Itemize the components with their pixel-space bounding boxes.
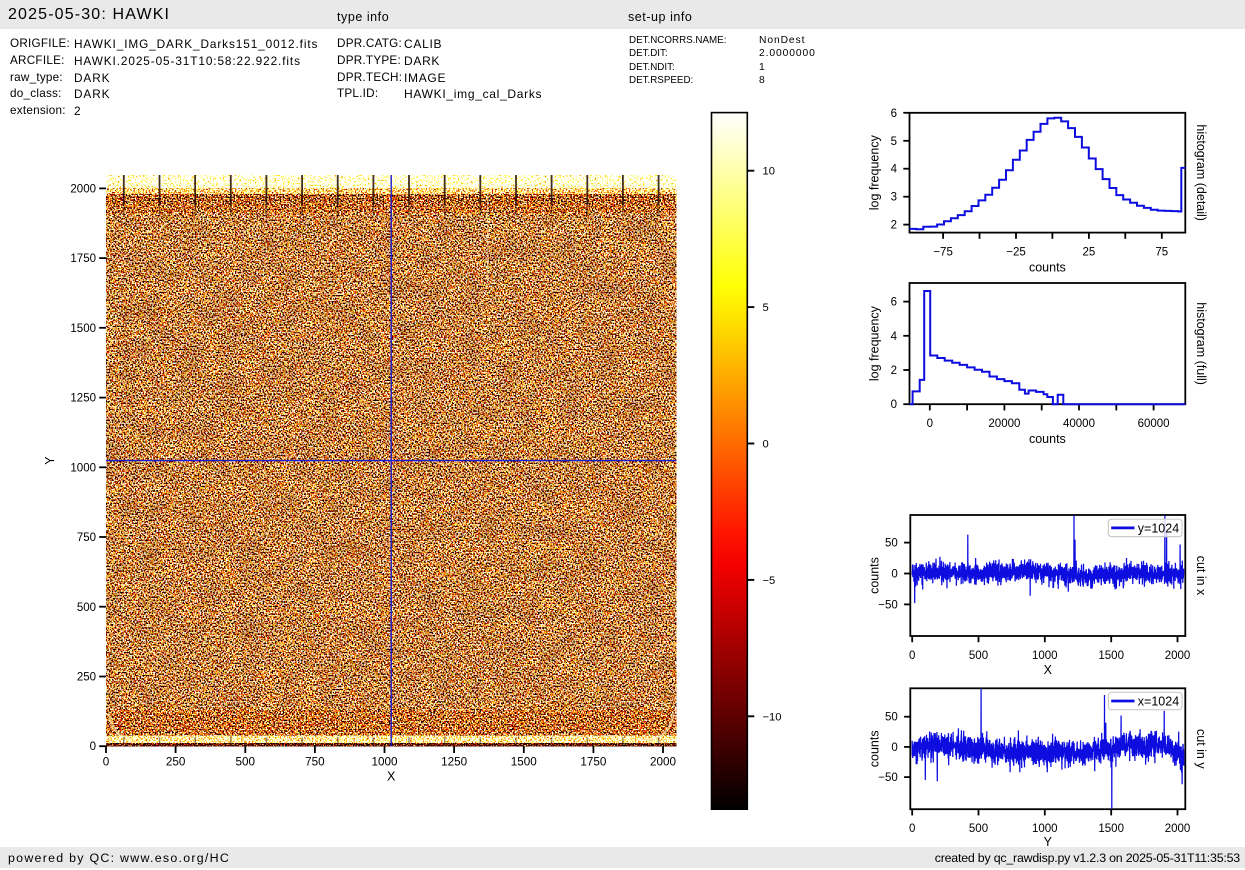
svg-text:1250: 1250	[441, 756, 468, 769]
svg-text:1000: 1000	[1032, 650, 1058, 662]
svg-text:−10: −10	[763, 711, 782, 723]
svg-text:50: 50	[885, 538, 898, 550]
svg-text:0: 0	[891, 742, 897, 754]
svg-text:counts: counts	[868, 730, 882, 767]
svg-text:−25: −25	[1006, 247, 1026, 259]
svg-text:50: 50	[885, 712, 898, 724]
svg-text:0: 0	[891, 569, 897, 581]
svg-text:0: 0	[927, 418, 933, 430]
svg-text:counts: counts	[1029, 261, 1066, 275]
svg-text:10: 10	[763, 166, 775, 178]
svg-text:cut in x: cut in x	[1194, 556, 1208, 596]
svg-text:5: 5	[763, 302, 769, 314]
svg-text:1750: 1750	[70, 253, 96, 265]
svg-text:250: 250	[166, 756, 186, 769]
svg-text:cut in y: cut in y	[1194, 729, 1208, 769]
svg-text:2000: 2000	[650, 756, 677, 769]
svg-text:2: 2	[891, 365, 897, 377]
svg-text:500: 500	[969, 823, 988, 835]
svg-text:log frequency: log frequency	[868, 305, 882, 381]
svg-text:4: 4	[891, 164, 898, 176]
svg-text:4: 4	[891, 331, 898, 343]
svg-text:2: 2	[891, 220, 897, 232]
svg-text:75: 75	[1155, 247, 1168, 259]
svg-text:6: 6	[891, 297, 897, 309]
svg-text:X: X	[387, 770, 396, 784]
svg-text:1250: 1250	[70, 393, 96, 405]
svg-text:2000: 2000	[1165, 823, 1191, 835]
svg-text:500: 500	[236, 756, 256, 769]
svg-text:histogram (full): histogram (full)	[1194, 302, 1208, 385]
svg-text:−50: −50	[878, 599, 898, 611]
svg-text:6: 6	[891, 108, 897, 120]
svg-text:X: X	[1044, 663, 1053, 677]
svg-text:−75: −75	[933, 247, 953, 259]
svg-text:5: 5	[891, 136, 897, 148]
svg-text:1000: 1000	[70, 462, 96, 474]
svg-text:20000: 20000	[988, 418, 1020, 430]
svg-text:0: 0	[103, 756, 110, 769]
svg-text:0: 0	[891, 399, 897, 411]
svg-text:40000: 40000	[1063, 418, 1095, 430]
svg-text:1500: 1500	[511, 756, 538, 769]
svg-text:0: 0	[909, 823, 915, 835]
svg-text:1500: 1500	[70, 323, 96, 335]
svg-text:3: 3	[891, 192, 897, 204]
svg-text:counts: counts	[868, 557, 882, 594]
svg-text:histogram (detail): histogram (detail)	[1194, 124, 1208, 221]
svg-text:0: 0	[763, 439, 769, 451]
svg-text:Y: Y	[43, 456, 57, 465]
svg-text:0: 0	[90, 741, 96, 753]
svg-text:2000: 2000	[1165, 650, 1191, 662]
svg-text:25: 25	[1083, 247, 1096, 259]
svg-text:−5: −5	[763, 575, 776, 587]
svg-text:1000: 1000	[1032, 823, 1058, 835]
svg-text:counts: counts	[1029, 432, 1066, 446]
svg-text:500: 500	[969, 650, 988, 662]
svg-text:750: 750	[77, 532, 96, 544]
svg-text:1500: 1500	[1098, 823, 1124, 835]
svg-text:500: 500	[77, 602, 96, 614]
svg-text:0: 0	[909, 650, 915, 662]
svg-text:250: 250	[77, 672, 96, 684]
svg-text:60000: 60000	[1138, 418, 1170, 430]
svg-text:1750: 1750	[580, 756, 607, 769]
svg-text:Y: Y	[1044, 835, 1053, 849]
svg-text:750: 750	[305, 756, 325, 769]
svg-text:−50: −50	[878, 772, 898, 784]
svg-text:y=1024: y=1024	[1138, 521, 1179, 535]
svg-text:1500: 1500	[1098, 650, 1124, 662]
svg-text:log frequency: log frequency	[868, 134, 882, 210]
svg-text:x=1024: x=1024	[1138, 694, 1179, 708]
svg-text:1000: 1000	[371, 756, 398, 769]
svg-text:2000: 2000	[70, 183, 96, 195]
